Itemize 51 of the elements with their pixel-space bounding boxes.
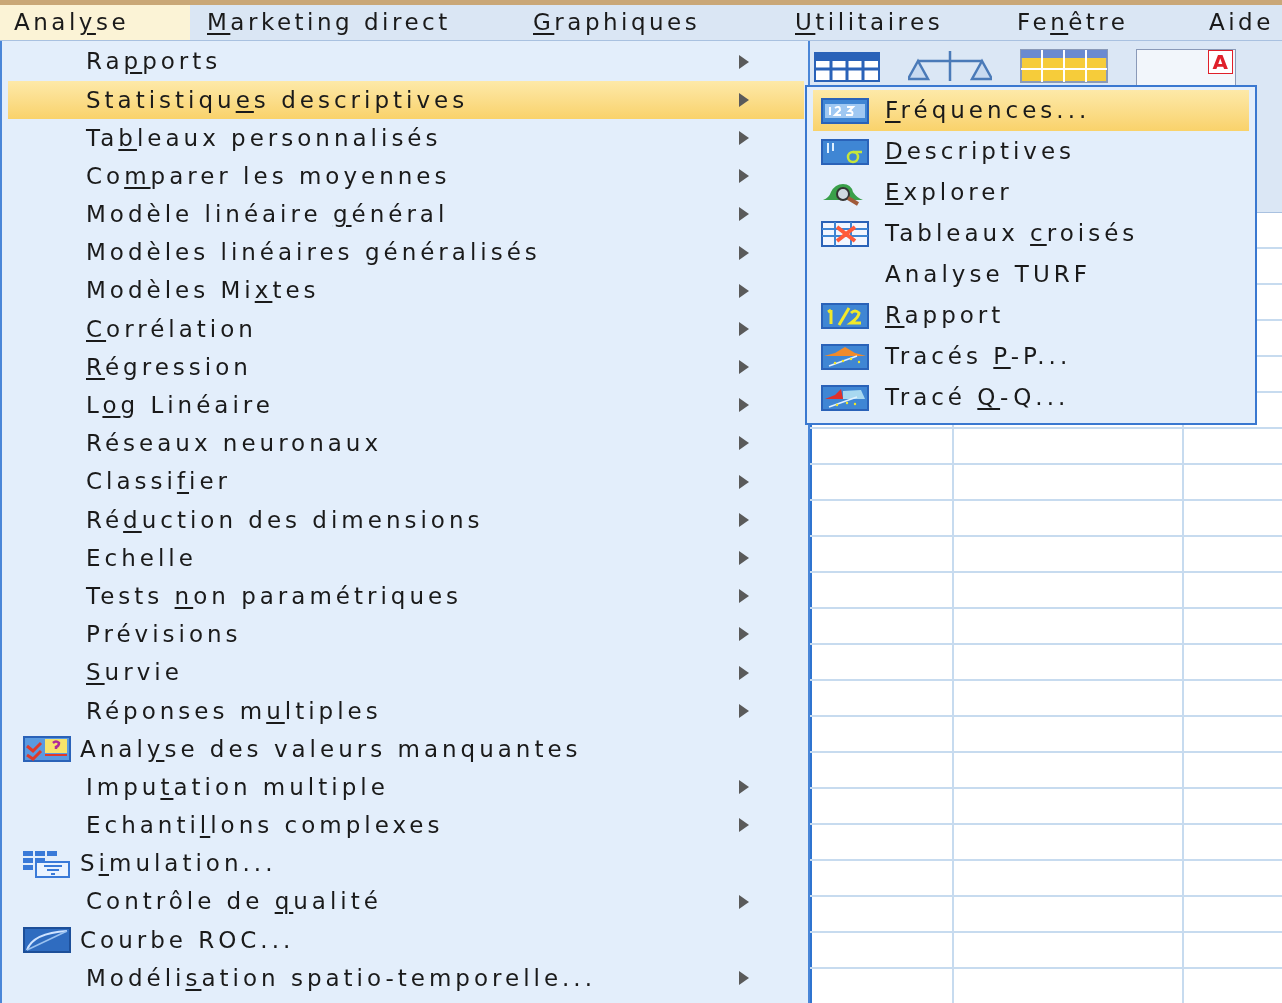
menu-item[interactable]: Classi f ier: [8, 462, 804, 501]
menu-bar-item[interactable]: M arketing direct: [190, 5, 516, 40]
spreadsheet-icon: [1020, 48, 1108, 83]
menu-item[interactable]: Tests n on paramétriques: [8, 577, 804, 616]
statistics-icon: [821, 138, 869, 165]
qq-plot-icon: [821, 384, 869, 411]
menu-item[interactable]: Courbe ROC...: [8, 920, 804, 959]
menu-item[interactable]: Modèles linéaires généralisés: [8, 233, 804, 272]
menu-bar-item[interactable]: G raphiques: [516, 5, 778, 40]
menu-item[interactable]: Réseaux neuronaux: [8, 424, 804, 463]
menu-item[interactable]: Prévisions: [8, 615, 804, 654]
menu-item[interactable]: Modèles Mi x tes: [8, 271, 804, 310]
submenu-item[interactable]: D escriptives: [813, 131, 1249, 172]
menu-item[interactable]: Echanti l lons complexes: [8, 806, 804, 845]
pp-plot-icon: [821, 343, 869, 370]
menu-bar-item[interactable]: Fe n être: [1000, 5, 1192, 40]
menu-item[interactable]: Contrôle de q ualité: [8, 882, 804, 921]
submenu-item[interactable]: Tableaux c roisés: [813, 213, 1249, 254]
menu-item[interactable]: Anal y se des valeurs manquantes: [8, 729, 804, 769]
tool-letter: A: [1207, 49, 1233, 74]
menu-item[interactable]: Co m parer les moyennes: [8, 157, 804, 196]
menu-item[interactable]: Echelle: [8, 538, 804, 578]
menu-item[interactable]: Ta b leaux personnalisés: [8, 118, 804, 158]
menu-item[interactable]: Ra p ports: [8, 42, 804, 81]
menu-bar-item[interactable]: Aide: [1192, 5, 1282, 40]
submenu-item[interactable]: Analyse TURF: [813, 254, 1249, 295]
menu-item[interactable]: Statistiqu e s descriptives: [8, 80, 804, 119]
menu-item[interactable]: Réponses m u ltiples: [8, 691, 804, 730]
submenu-item[interactable]: Tracés P-P...: [813, 336, 1249, 377]
menu-item[interactable]: Impu t ation multiple: [8, 768, 804, 807]
frequency-table-icon: [821, 97, 869, 124]
menu-item[interactable]: Lo g Linéaire: [8, 386, 804, 425]
simulation-icon: [22, 849, 72, 878]
menu-item[interactable]: S urvie: [8, 653, 804, 692]
crosstab-icon: [821, 220, 869, 247]
submenu-item[interactable]: R apport: [813, 295, 1249, 336]
scale-icon: [908, 48, 992, 83]
menu-item[interactable]: Ré d uction des dimensions: [8, 500, 804, 539]
menu-item[interactable]: Modéli s ation spatio-temporelle...: [8, 959, 804, 998]
roc-curve-icon: [23, 926, 71, 953]
menu-bar-item[interactable]: Anal y se: [0, 5, 190, 40]
menu-item[interactable]: R égression: [8, 348, 804, 387]
submenu-item[interactable]: Tracé Q-Q...: [813, 377, 1249, 418]
menu-item[interactable]: S i mulation...: [8, 844, 804, 883]
menu-item[interactable]: Modèle linéaire g énéral: [8, 195, 804, 234]
fraction-icon: [821, 302, 869, 329]
submenu-item[interactable]: F réquences...: [813, 90, 1249, 131]
menu-item[interactable]: C orrélation: [8, 309, 804, 348]
submenu-item[interactable]: E xplorer: [813, 172, 1249, 213]
missing-values-icon: [23, 735, 71, 762]
menu-bar-item[interactable]: U tilitaires: [778, 5, 1000, 40]
